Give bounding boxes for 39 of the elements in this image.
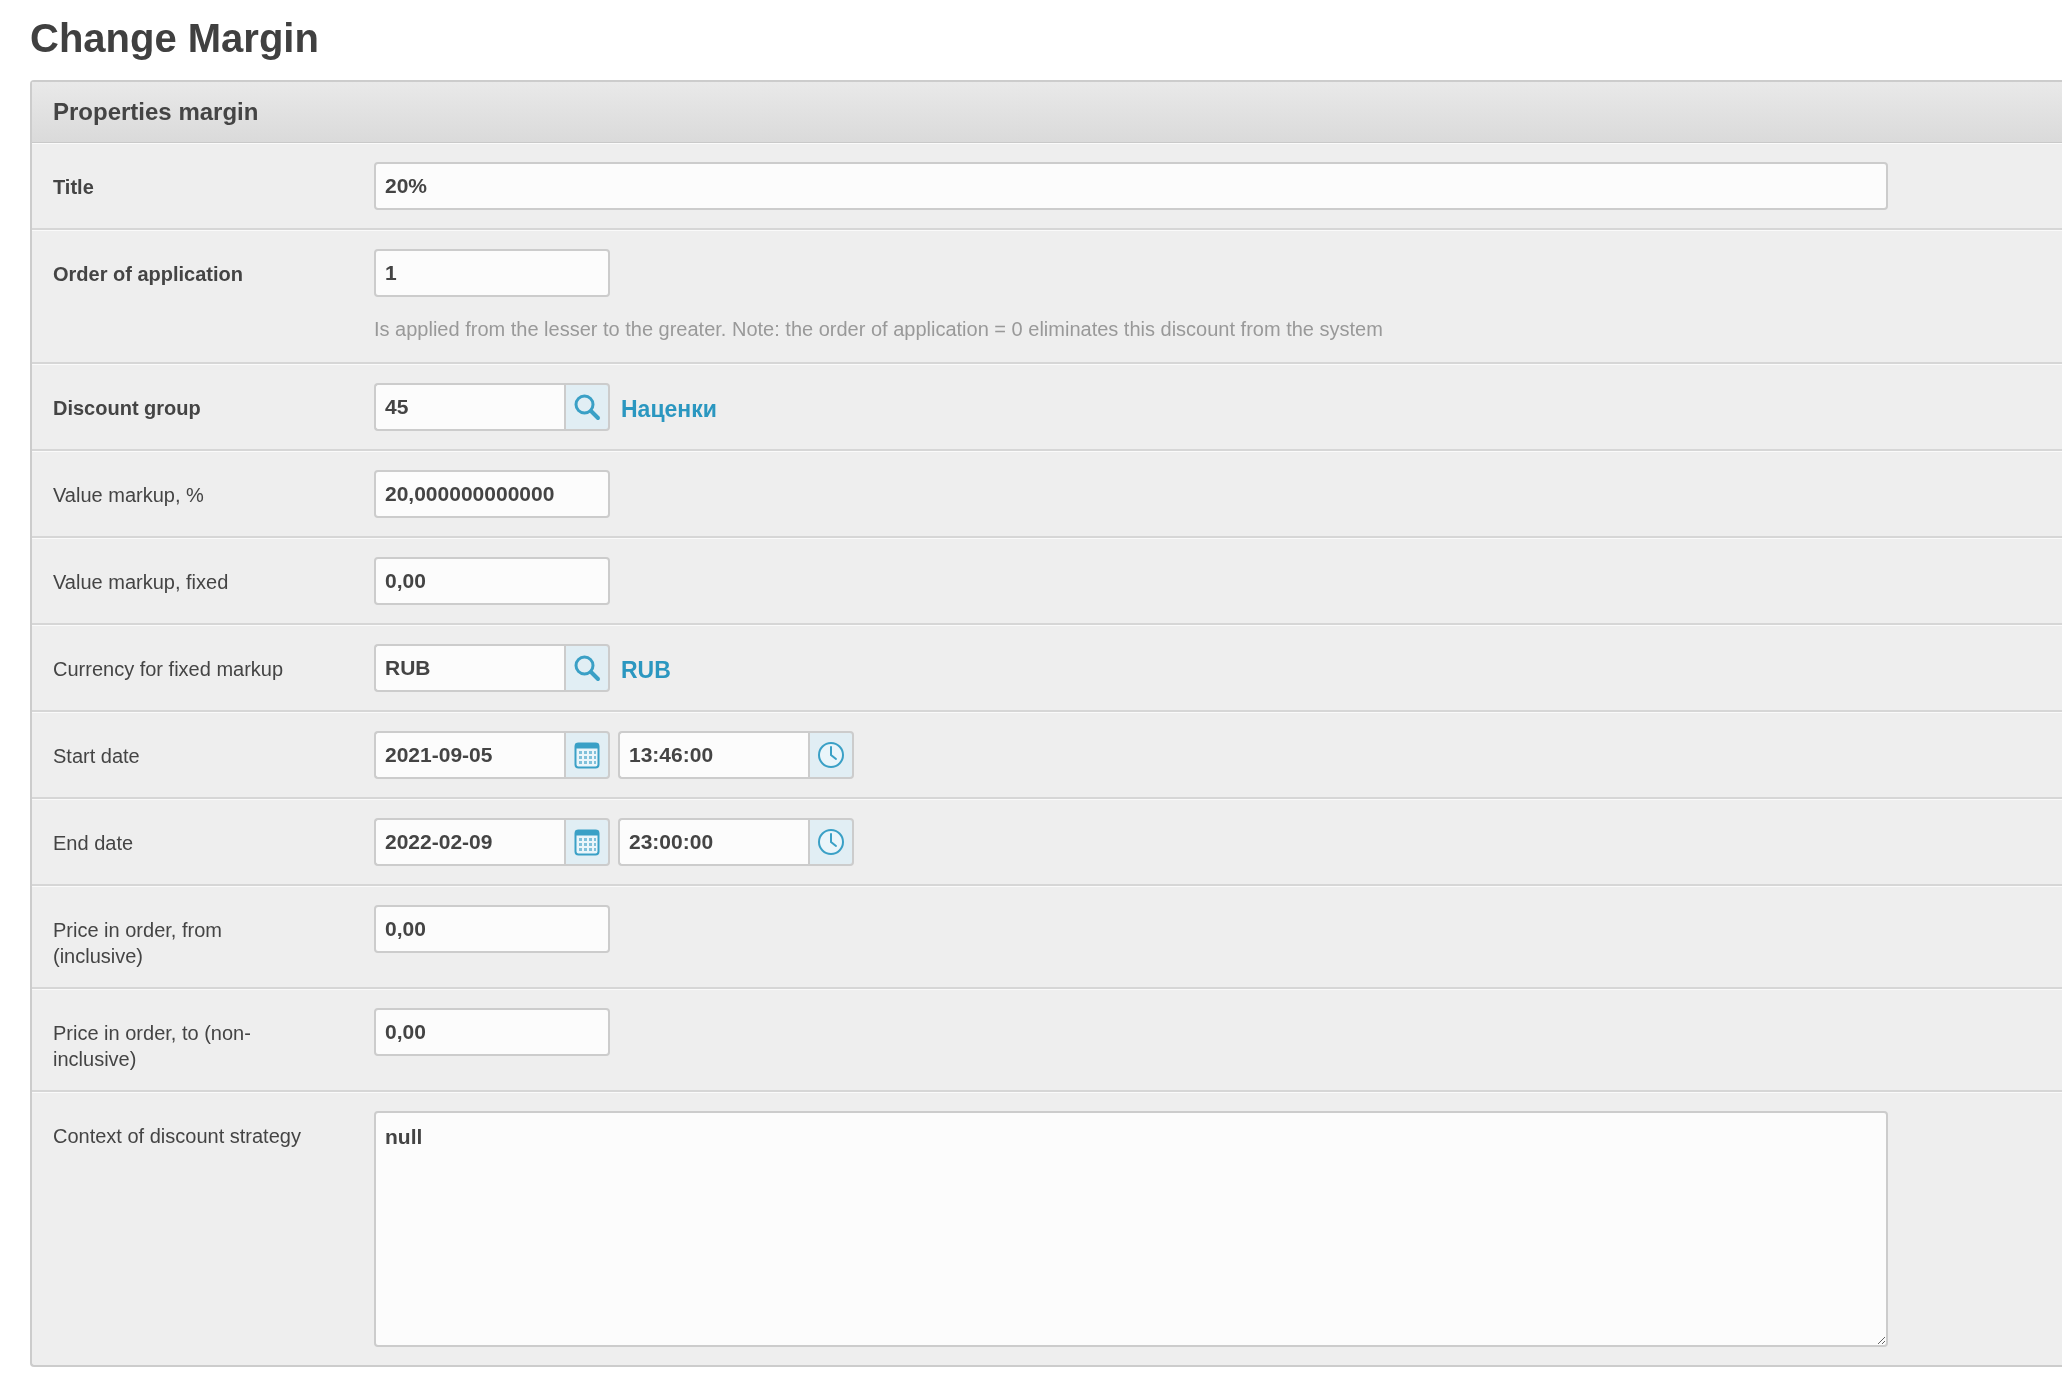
lookup-field[interactable]: 45 <box>374 383 564 431</box>
date-field[interactable]: 2022-02-09 <box>374 818 564 866</box>
clock-button[interactable] <box>808 731 854 779</box>
input-field[interactable]: 20,000000000000 <box>374 470 610 518</box>
field-label: End date <box>52 831 135 856</box>
search-icon <box>573 654 601 682</box>
field-label: Start date <box>52 744 141 769</box>
calendar-button[interactable] <box>564 731 610 779</box>
time-field[interactable]: 23:00:00 <box>618 818 808 866</box>
input-field[interactable]: 0,00 <box>374 905 610 953</box>
calendar-button[interactable] <box>564 818 610 866</box>
field-label: Price in order, from (inclusive) <box>52 918 223 969</box>
field-label: Order of application <box>52 262 245 287</box>
text-area[interactable]: null <box>374 1111 1888 1347</box>
calendar-icon <box>574 828 600 856</box>
search-button[interactable] <box>564 383 610 431</box>
page-title: Change Margin <box>30 15 320 62</box>
input-field[interactable]: 0,00 <box>374 1008 610 1056</box>
lookup-field[interactable]: RUB <box>374 644 564 692</box>
time-field[interactable]: 13:46:00 <box>618 731 808 779</box>
field-label: Currency for fixed markup <box>52 657 285 682</box>
clock-button[interactable] <box>808 818 854 866</box>
input-field[interactable]: 20% <box>374 162 1888 210</box>
field-label: Context of discount strategy <box>52 1124 302 1149</box>
field-label: Price in order, to (non-inclusive) <box>52 1021 252 1072</box>
search-icon <box>573 393 601 421</box>
panel-header: Properties margin <box>32 82 2062 143</box>
field-label: Discount group <box>52 396 202 421</box>
help-text: Is applied from the lesser to the greater. Note: the order of application = 0 eliminates this discount from the system <box>374 317 1384 342</box>
clock-icon <box>817 741 845 769</box>
field-label: Value markup, % <box>52 483 205 508</box>
input-field[interactable]: 0,00 <box>374 557 610 605</box>
search-button[interactable] <box>564 644 610 692</box>
field-label: Title <box>52 175 95 200</box>
calendar-icon <box>574 741 600 769</box>
date-field[interactable]: 2021-09-05 <box>374 731 564 779</box>
field-label: Value markup, fixed <box>52 570 230 595</box>
input-field[interactable]: 1 <box>374 249 610 297</box>
clock-icon <box>817 828 845 856</box>
